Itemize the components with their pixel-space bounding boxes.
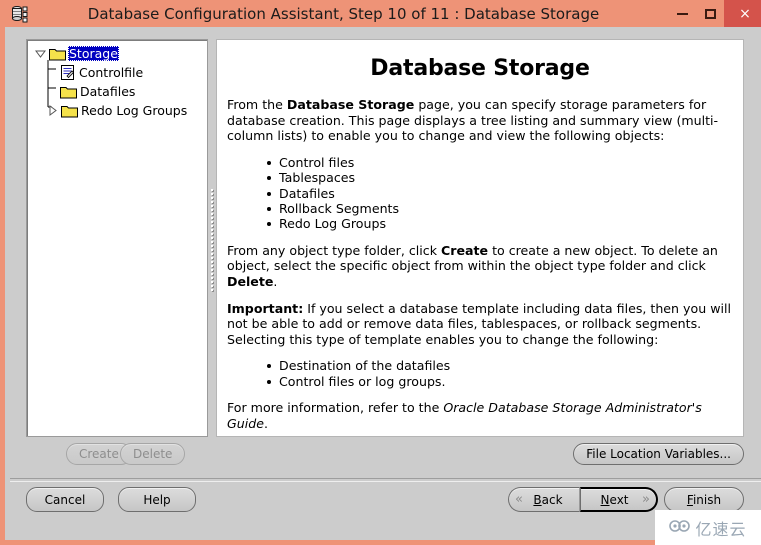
tree-node-label: Controlfile (79, 65, 144, 80)
back-rest: ack (541, 492, 563, 507)
delete-button-label: Delete (133, 447, 173, 461)
delete-button[interactable]: Delete (120, 443, 186, 465)
finish-rest: inish (692, 492, 722, 507)
folder-icon (61, 104, 78, 118)
create-button-label: Create (79, 447, 119, 461)
important-paragraph: Important: If you select a database temp… (227, 301, 733, 348)
folder-icon (60, 85, 77, 99)
watermark: 亿速云 (655, 510, 761, 545)
cancel-button[interactable]: Cancel (26, 487, 104, 512)
file-location-variables-label: File Location Variables... (586, 447, 731, 461)
cancel-button-label: Cancel (44, 492, 86, 507)
tree-node-label: Storage (68, 46, 119, 61)
tree-node-label: Datafiles (80, 84, 136, 99)
finish-button-label: Finish (687, 493, 721, 507)
chevron-right-icon: » (642, 492, 650, 507)
tree-node-label: Redo Log Groups (81, 103, 188, 118)
finish-button[interactable]: Finish (664, 487, 744, 512)
mi-text-a: For more information, refer to the (227, 400, 444, 416)
list-item: Rollback Segments (267, 201, 733, 216)
back-button-label: Back (523, 493, 573, 507)
cloud-logo-icon (669, 518, 691, 537)
cd-text-delete: Delete (227, 274, 274, 289)
navigation-bar: Cancel Help « Back Next » Finish (26, 487, 744, 517)
list-item: Destination of the datafiles (267, 358, 733, 373)
next-mnemonic: N (600, 492, 610, 507)
title-bar: Database Configuration Assistant, Step 1… (5, 0, 761, 27)
file-location-variables-button[interactable]: File Location Variables... (573, 443, 744, 465)
page-title: Database Storage (370, 56, 590, 81)
panel-splitter[interactable] (209, 39, 216, 437)
watermark-text: 亿速云 (695, 519, 747, 539)
next-button-label: Next (587, 493, 642, 507)
minimize-icon (676, 12, 688, 15)
list-item: Control files or log groups. (267, 374, 733, 389)
dialog-body: Storage Controlfile Datafiles Redo Log G… (10, 27, 761, 540)
intro-text-bold: Database Storage (286, 97, 415, 112)
back-button[interactable]: « Back (508, 487, 580, 512)
list-item: Tablespaces (267, 170, 733, 185)
cd-text-e: . (273, 274, 278, 289)
maximize-icon (704, 8, 716, 19)
intro-text-a: From the (227, 97, 287, 112)
maximize-button[interactable] (697, 3, 723, 25)
back-mnemonic: B (533, 492, 542, 507)
help-button-label: Help (143, 492, 171, 507)
controlfile-icon (60, 65, 75, 80)
important-label: Important: (227, 300, 304, 316)
tree-node-controlfile[interactable]: Controlfile (31, 63, 207, 82)
help-content-panel: Database Storage From the Database Stora… (216, 39, 744, 437)
storage-tree[interactable]: Storage Controlfile Datafiles Redo Log G… (26, 39, 208, 437)
more-info-paragraph: For more information, refer to the Oracl… (227, 400, 733, 431)
close-button[interactable]: × (724, 0, 761, 27)
create-delete-paragraph: From any object type folder, click Creat… (227, 243, 733, 290)
mi-text-c: . (263, 415, 268, 431)
changeable-items-list: Destination of the datafiles Control fil… (227, 358, 733, 389)
dialog-window: Database Configuration Assistant, Step 1… (0, 0, 761, 545)
tree-node-datafiles[interactable]: Datafiles (31, 82, 207, 101)
expand-icon[interactable] (45, 101, 61, 120)
minimize-button[interactable] (669, 3, 695, 25)
next-button[interactable]: Next » (580, 487, 658, 512)
intro-paragraph: From the Database Storage page, you can … (227, 97, 733, 144)
next-rest: ext (609, 492, 629, 507)
window-title: Database Configuration Assistant, Step 1… (87, 4, 600, 23)
close-icon: × (739, 5, 751, 22)
important-text: If you select a database template includ… (227, 300, 731, 347)
cd-text-a: From any object type folder, click (227, 242, 442, 258)
tree-node-storage[interactable]: Storage (31, 44, 207, 63)
back-next-group: « Back Next » (508, 487, 658, 512)
list-item: Redo Log Groups (267, 216, 733, 231)
separator (10, 478, 761, 482)
folder-icon (49, 47, 66, 61)
tree-node-redo-log-groups[interactable]: Redo Log Groups (31, 101, 207, 120)
chevron-left-icon: « (515, 492, 523, 507)
help-button[interactable]: Help (118, 487, 196, 512)
splitter-grip (210, 187, 215, 295)
database-icon (11, 5, 29, 23)
cd-text-create: Create (441, 242, 489, 258)
list-item: Control files (267, 155, 733, 170)
collapse-icon[interactable] (33, 44, 49, 63)
list-item: Datafiles (267, 186, 733, 201)
object-types-list: Control files Tablespaces Datafiles Roll… (227, 155, 733, 232)
object-toolbar: Create Delete File Location Variables... (26, 443, 744, 469)
